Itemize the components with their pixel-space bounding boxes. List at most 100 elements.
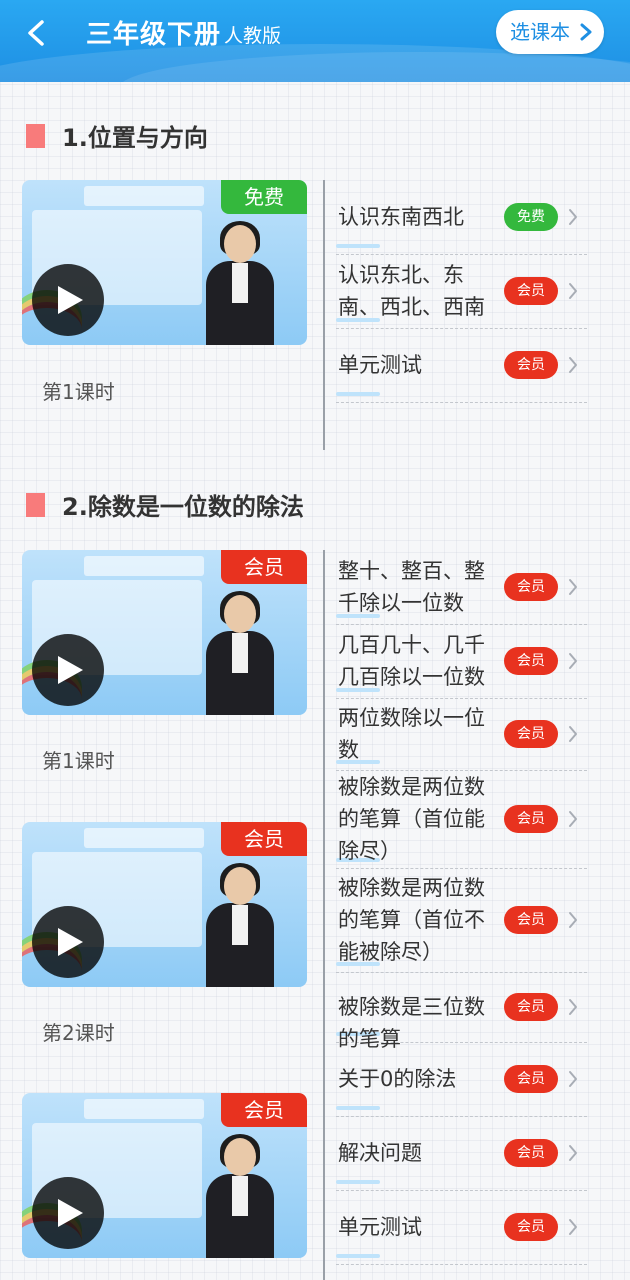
lesson-title: 整十、整百、整千除以一位数 [338,559,485,615]
chevron-right-icon [569,209,577,225]
access-tag: 会员 [504,573,558,601]
chevron-right-icon [569,811,577,827]
teacher-shirt [232,633,248,673]
column-divider [323,180,325,450]
title-highlight [336,392,380,396]
lesson-list-item[interactable]: 被除数是两位数的笔算（首位能除尽） 会员 [336,770,587,869]
top-bar: 三年级下册 人教版 选课本 [0,0,630,82]
chevron-right-icon [569,912,577,928]
video-thumbnail[interactable]: 会员 [22,822,307,987]
access-tag: 会员 [504,720,558,748]
access-badge: 会员 [221,822,307,856]
access-tag: 免费 [504,203,558,231]
select-textbook-label: 选课本 [510,20,570,44]
access-tag: 会员 [504,1213,558,1241]
video-thumbnail[interactable]: 免费 [22,180,307,345]
access-badge: 免费 [221,180,307,214]
chevron-right-icon [569,283,577,299]
section-title: 1.位置与方向 [62,124,208,152]
lesson-list-item[interactable]: 被除数是两位数的笔算（首位不能被除尽） 会员 [336,868,587,973]
teacher-figure [200,221,280,345]
slide-banner [84,556,204,576]
slide-banner [84,1099,204,1119]
play-icon [58,928,83,956]
chevron-right-icon [569,999,577,1015]
chevron-right-icon [569,357,577,373]
lesson-title: 关于0的除法 [338,1067,457,1091]
teacher-figure [200,1134,280,1258]
title-highlight [336,1254,380,1258]
access-tag: 会员 [504,1139,558,1167]
teacher-head [224,867,256,905]
section-marker [26,492,45,517]
play-button[interactable] [32,1177,104,1249]
back-arrow-icon[interactable] [22,18,52,48]
lesson-number-label: 第2课时 [42,1021,115,1045]
section-title: 2.除数是一位数的除法 [62,493,304,521]
play-icon [58,1199,83,1227]
lesson-list-item[interactable]: 认识东南西北 免费 [336,180,587,255]
lesson-list-item[interactable]: 几百几十、几千几百除以一位数 会员 [336,624,587,699]
title-highlight [336,244,380,248]
lesson-title: 被除数是两位数的笔算（首位不能被除尽） [338,876,485,964]
access-tag: 会员 [504,1065,558,1093]
lesson-title: 单元测试 [338,353,422,377]
chevron-right-icon [569,1145,577,1161]
lesson-title: 认识东南西北 [338,205,464,229]
video-thumbnail[interactable]: 会员 [22,550,307,715]
section-header: 2.除数是一位数的除法 [26,487,304,522]
chevron-right-icon [569,579,577,595]
section-header: 1.位置与方向 [26,118,208,153]
access-badge: 会员 [221,1093,307,1127]
teacher-head [224,595,256,633]
chevron-right-icon [569,1219,577,1235]
lesson-title: 认识东北、东南、西北、西南 [338,263,485,319]
video-thumbnail[interactable]: 会员 [22,1093,307,1258]
lesson-number-label: 第1课时 [42,380,115,404]
lesson-number-label: 第1课时 [42,749,115,773]
chevron-right-icon [569,1071,577,1087]
access-badge: 会员 [221,550,307,584]
teacher-head [224,1138,256,1176]
lesson-list-item[interactable]: 整十、整百、整千除以一位数 会员 [336,550,587,625]
teacher-shirt [232,905,248,945]
lesson-list-item[interactable]: 单元测试 会员 [336,328,587,403]
lesson-title: 解决问题 [338,1141,422,1165]
access-tag: 会员 [504,351,558,379]
play-button[interactable] [32,634,104,706]
lesson-title: 两位数除以一位数 [338,706,485,762]
teacher-shirt [232,263,248,303]
edition-label: 人教版 [224,25,282,47]
slide-banner [84,828,204,848]
access-tag: 会员 [504,805,558,833]
play-icon [58,656,83,684]
chevron-right-icon [580,23,592,41]
access-tag: 会员 [504,277,558,305]
lesson-list-item[interactable]: 单元测试 会员 [336,1190,587,1265]
lesson-list-item[interactable]: 关于0的除法 会员 [336,1042,587,1117]
teacher-figure [200,863,280,987]
column-divider [323,550,325,1280]
lesson-title: 几百几十、几千几百除以一位数 [338,633,485,689]
teacher-shirt [232,1176,248,1216]
chevron-right-icon [569,726,577,742]
play-button[interactable] [32,264,104,336]
access-tag: 会员 [504,906,558,934]
slide-banner [84,186,204,206]
page-title: 三年级下册 [86,20,222,50]
play-button[interactable] [32,906,104,978]
lesson-list-item[interactable]: 被除数是三位数的笔算 会员 [336,972,587,1051]
chevron-right-icon [569,653,577,669]
lesson-title: 单元测试 [338,1215,422,1239]
teacher-head [224,225,256,263]
access-tag: 会员 [504,647,558,675]
lesson-list-item[interactable]: 两位数除以一位数 会员 [336,698,587,771]
lesson-list-item[interactable]: 解决问题 会员 [336,1116,587,1191]
section-marker [26,123,45,148]
access-tag: 会员 [504,993,558,1021]
lesson-list-item[interactable]: 认识东北、东南、西北、西南 会员 [336,254,587,329]
select-textbook-button[interactable]: 选课本 [496,10,604,54]
lesson-title: 被除数是两位数的笔算（首位能除尽） [338,775,485,863]
teacher-figure [200,591,280,715]
play-icon [58,286,83,314]
